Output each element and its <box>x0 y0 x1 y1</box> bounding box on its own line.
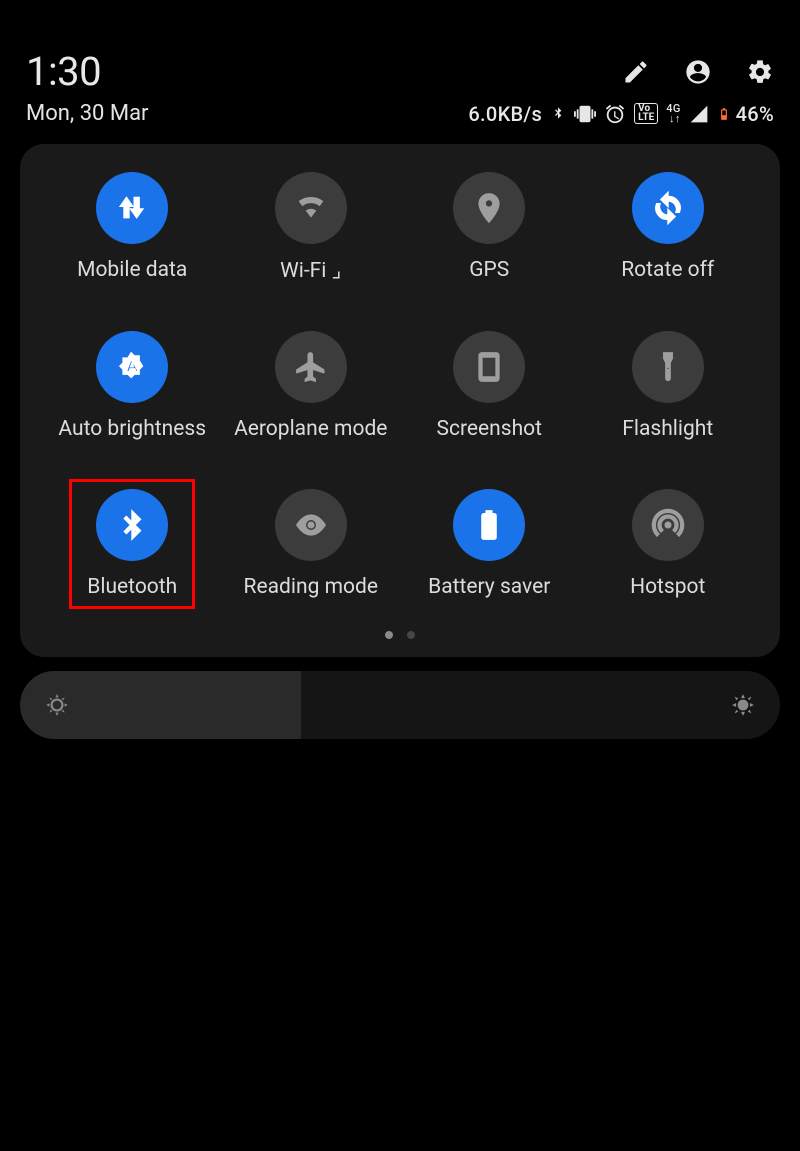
tile-flashlight[interactable]: Flashlight <box>584 331 753 441</box>
bluetooth-status-icon <box>550 103 566 125</box>
page-dot-1[interactable] <box>407 631 415 639</box>
airplane-icon[interactable] <box>275 331 347 403</box>
data-arrows-icon[interactable] <box>96 172 168 244</box>
tile-label: Hotspot <box>630 575 705 599</box>
network-4g: 4G↓↑ <box>666 104 680 123</box>
tile-label: Auto brightness <box>58 417 206 441</box>
battery-percent: 46% <box>736 102 774 126</box>
edit-icon[interactable] <box>622 58 650 86</box>
rotate-icon[interactable] <box>632 172 704 244</box>
settings-icon[interactable] <box>746 58 774 86</box>
tile-screenshot[interactable]: Screenshot <box>405 331 574 441</box>
wifi-icon[interactable] <box>275 172 347 244</box>
torch-icon[interactable] <box>632 331 704 403</box>
tile-bluetooth[interactable]: Bluetooth <box>48 489 217 599</box>
tile-label: Wi-Fi ⌟ <box>280 258 341 283</box>
quick-settings-panel: Mobile data Wi-Fi ⌟ GPS Rotate off Auto brig… <box>20 144 780 657</box>
tile-aeroplane[interactable]: Aeroplane mode <box>227 331 396 441</box>
hotspot-icon[interactable] <box>632 489 704 561</box>
annotation-highlight <box>69 479 195 609</box>
net-speed: 6.0KB/s <box>468 102 542 126</box>
alarm-icon <box>604 103 626 125</box>
tile-label: GPS <box>469 258 509 282</box>
signal-icon <box>689 104 709 124</box>
battery-icon <box>717 103 731 125</box>
tile-label: Battery saver <box>428 575 550 599</box>
brightness-auto-icon[interactable] <box>96 331 168 403</box>
tile-label: Aeroplane mode <box>234 417 387 441</box>
tile-label: Flashlight <box>622 417 713 441</box>
tile-wifi[interactable]: Wi-Fi ⌟ <box>227 172 396 283</box>
tile-gps[interactable]: GPS <box>405 172 574 283</box>
account-icon[interactable] <box>684 58 712 86</box>
vibrate-icon <box>574 103 596 125</box>
page-dot-0[interactable] <box>385 631 393 639</box>
eye-icon[interactable] <box>275 489 347 561</box>
phone-frame-icon[interactable] <box>453 331 525 403</box>
tile-reading[interactable]: Reading mode <box>227 489 396 599</box>
tile-auto-brightness[interactable]: Auto brightness <box>48 331 217 441</box>
tile-label: Mobile data <box>77 258 187 282</box>
clock-time[interactable]: 1:30 <box>26 48 101 95</box>
tile-label: Reading mode <box>244 575 378 599</box>
date-label[interactable]: Mon, 30 Mar <box>26 101 149 126</box>
battery-plus-icon[interactable] <box>453 489 525 561</box>
tile-label: Screenshot <box>436 417 542 441</box>
brightness-high-icon <box>730 692 756 718</box>
tile-mobile-data[interactable]: Mobile data <box>48 172 217 283</box>
tile-label: Rotate off <box>621 258 714 282</box>
status-bar: 6.0KB/s Vo LTE 4G↓↑ 46% <box>468 102 774 126</box>
location-icon[interactable] <box>453 172 525 244</box>
tile-rotate[interactable]: Rotate off <box>584 172 753 283</box>
tile-battery-saver[interactable]: Battery saver <box>405 489 574 599</box>
page-indicator[interactable] <box>48 631 752 639</box>
volte-badge: Vo LTE <box>634 103 658 124</box>
brightness-low-icon <box>44 692 70 718</box>
tile-hotspot[interactable]: Hotspot <box>584 489 753 599</box>
brightness-slider[interactable] <box>20 671 780 739</box>
